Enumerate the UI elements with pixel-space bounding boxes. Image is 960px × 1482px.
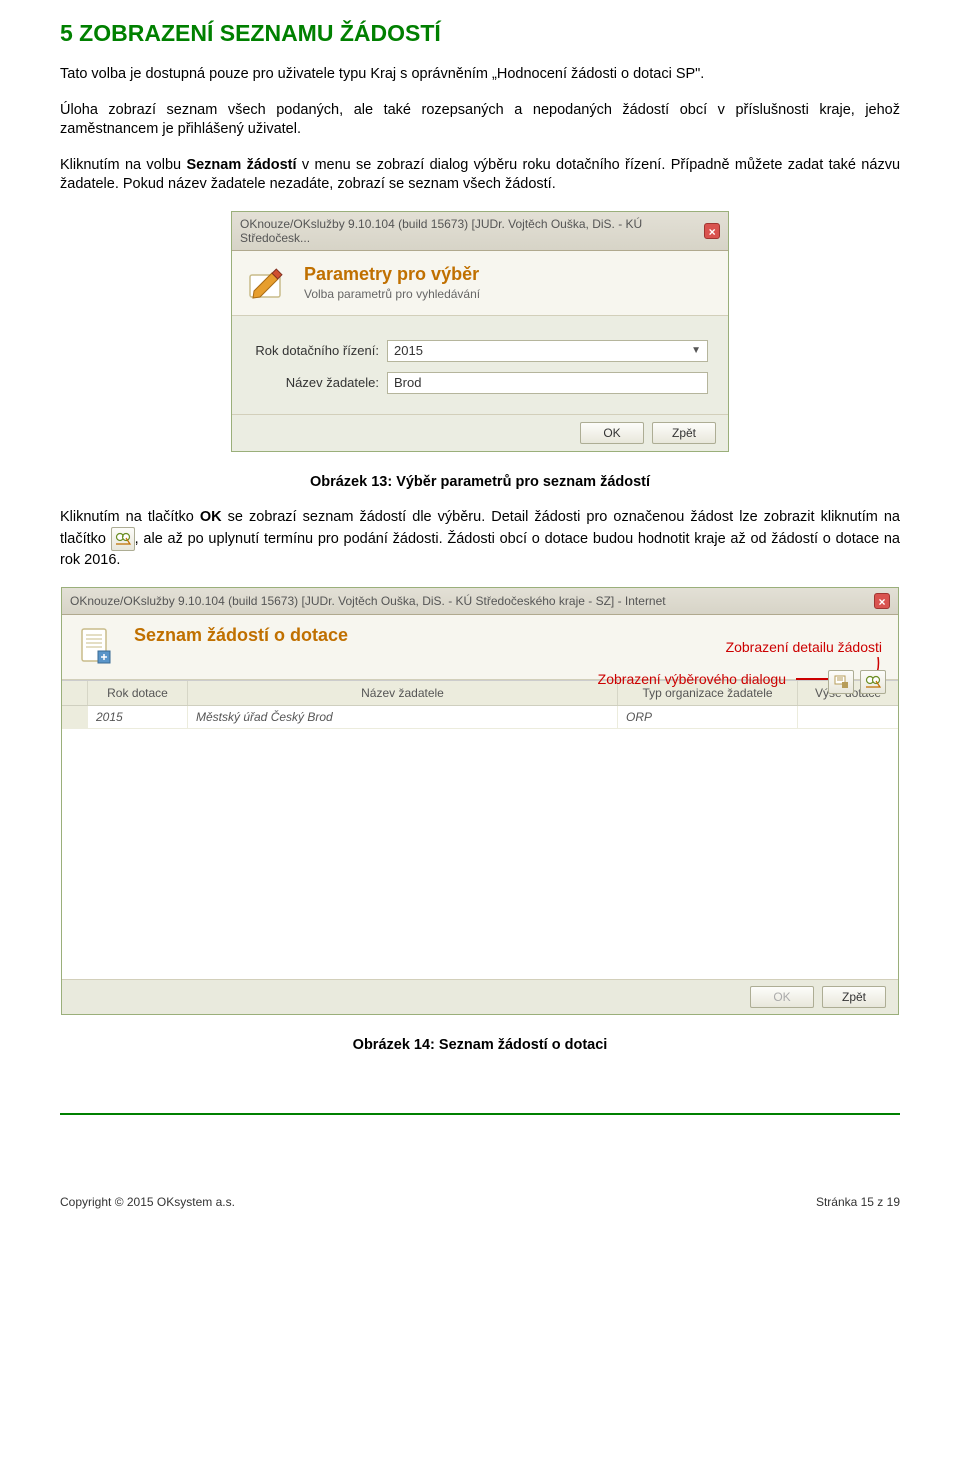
para-text: , ale až po uplynutí termínu pro podání … — [60, 531, 900, 568]
ok-button: OK — [750, 986, 814, 1008]
para-after-dialog: Kliknutím na tlačítko OK se zobrazí sezn… — [60, 508, 900, 571]
ok-ref: OK — [200, 509, 222, 525]
menu-name: Seznam žádostí — [186, 157, 296, 173]
cell-name: Městský úřad Český Brod — [188, 706, 618, 728]
back-button[interactable]: Zpět — [652, 422, 716, 444]
detail-icon — [111, 527, 135, 551]
name-input[interactable]: Brod — [387, 372, 708, 394]
grid-empty — [62, 729, 898, 979]
panel-subtitle: Volba parametrů pro vyhledávání — [304, 287, 480, 301]
titlebar: OKnouze/OKslužby 9.10.104 (build 15673) … — [232, 212, 728, 251]
annotation-detail-text: Zobrazení detailu žádosti — [726, 639, 882, 655]
panel-footer: OK Zpět — [62, 979, 898, 1014]
year-select[interactable]: 2015 ▼ — [387, 340, 708, 362]
cell-amount — [798, 706, 898, 728]
figure-caption-2: Obrázek 14: Seznam žádostí o dotaci — [60, 1037, 900, 1053]
titlebar: OKnouze/OKslužby 9.10.104 (build 15673) … — [62, 588, 898, 615]
intro-para-1: Tato volba je dostupná pouze pro uživate… — [60, 65, 900, 85]
panel-header: Parametry pro výběr Volba parametrů pro … — [232, 251, 728, 316]
page-number: Stránka 15 z 19 — [816, 1195, 900, 1209]
copyright: Copyright © 2015 OKsystem a.s. — [60, 1195, 235, 1209]
row-selector — [62, 706, 88, 728]
intro-para-3: Kliknutím na volbu Seznam žádostí v menu… — [60, 156, 900, 195]
panel-body: Rok dotačního řízení: 2015 ▼ Název žadat… — [232, 316, 728, 414]
close-icon[interactable]: × — [874, 593, 890, 609]
toolbar — [828, 670, 886, 694]
name-label: Název žadatele: — [252, 375, 387, 390]
footer-rule — [60, 1113, 900, 1115]
col-year[interactable]: Rok dotace — [88, 681, 188, 705]
form-row-year: Rok dotačního řízení: 2015 ▼ — [252, 340, 708, 362]
close-icon[interactable]: × — [704, 223, 720, 239]
chevron-down-icon: ▼ — [691, 345, 701, 356]
panel-footer: OK Zpět — [232, 414, 728, 451]
annotation-detail: Zobrazení detailu žádosti — [726, 639, 882, 655]
figure-caption-1: Obrázek 13: Výběr parametrů pro seznam ž… — [60, 474, 900, 490]
intro-para-2: Úloha zobrazí seznam všech podaných, ale… — [60, 101, 900, 140]
detail-button[interactable] — [860, 670, 886, 694]
pencil-icon — [246, 261, 290, 305]
list-dialog: OKnouze/OKslužby 9.10.104 (build 15673) … — [61, 587, 899, 1015]
back-button[interactable]: Zpět — [822, 986, 886, 1008]
panel-title: Parametry pro výběr — [304, 264, 480, 285]
col-name[interactable]: Název žadatele — [188, 681, 618, 705]
page-footer: Copyright © 2015 OKsystem a.s. Stránka 1… — [60, 1195, 900, 1209]
para-text: Kliknutím na volbu — [60, 157, 186, 173]
params-dialog: OKnouze/OKslužby 9.10.104 (build 15673) … — [231, 211, 729, 452]
window-title: OKnouze/OKslužby 9.10.104 (build 15673) … — [70, 594, 666, 608]
ok-button[interactable]: OK — [580, 422, 644, 444]
year-value: 2015 — [394, 343, 423, 358]
list-icon — [76, 625, 120, 673]
cell-type: ORP — [618, 706, 798, 728]
form-row-name: Název žadatele: Brod — [252, 372, 708, 394]
section-heading: 5 ZOBRAZENÍ SEZNAMU ŽÁDOSTÍ — [60, 20, 900, 47]
grid: Rok dotace Název žadatele Typ organizace… — [62, 680, 898, 979]
name-value: Brod — [394, 375, 421, 390]
para-text: Kliknutím na tlačítko — [60, 509, 200, 525]
table-row[interactable]: 2015 Městský úřad Český Brod ORP — [62, 706, 898, 729]
filter-button[interactable] — [828, 670, 854, 694]
panel-title: Seznam žádostí o dotace — [134, 625, 348, 646]
year-label: Rok dotačního řízení: — [252, 343, 387, 358]
grid-corner — [62, 681, 88, 705]
window-title: OKnouze/OKslužby 9.10.104 (build 15673) … — [240, 217, 704, 245]
cell-year: 2015 — [88, 706, 188, 728]
panel-header: Seznam žádostí o dotace Zobrazení detail… — [62, 615, 898, 680]
annotation-dialog: Zobrazení výběrového dialogu — [598, 671, 786, 687]
